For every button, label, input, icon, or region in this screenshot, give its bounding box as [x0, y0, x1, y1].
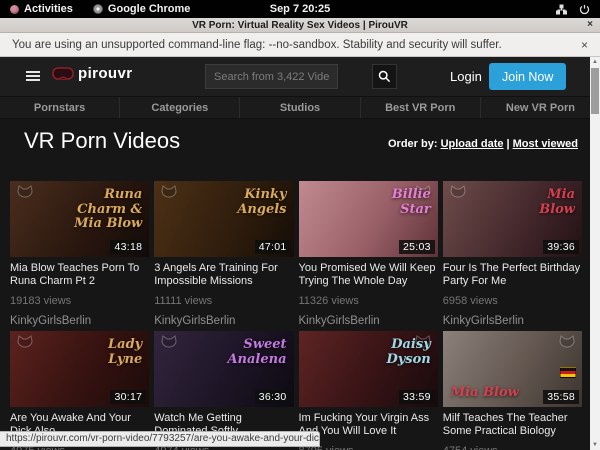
thumbnail-overlay-text: Runa Charm & Mia Blow	[74, 188, 142, 232]
pirouvr-watermark-icon	[15, 335, 35, 358]
video-views: 4754 views	[443, 445, 582, 450]
order-most-viewed-link[interactable]: Most viewed	[513, 138, 578, 150]
video-card[interactable]: Mia Blow 39:36 Four Is The Perfect Birth…	[443, 181, 582, 319]
video-thumbnail[interactable]: Runa Charm & Mia Blow 43:18	[10, 181, 149, 257]
video-thumbnail[interactable]: Mia Blow 35:58	[443, 331, 582, 407]
pirouvr-watermark-icon	[15, 185, 35, 208]
video-title[interactable]: Milf Teaches The Teacher Some Practical …	[443, 412, 582, 438]
order-by: Order by: Upload date|Most viewed	[388, 138, 578, 150]
network-icon[interactable]	[556, 4, 567, 15]
chrome-app-menu[interactable]: Google Chrome	[93, 3, 191, 15]
video-card[interactable]: Runa Charm & Mia Blow 43:18 Mia Blow Tea…	[10, 181, 149, 319]
thumbnail-overlay-text: Mia Blow	[539, 188, 575, 217]
video-thumbnail[interactable]: Sweet Analena 36:30	[154, 331, 293, 407]
pirouvr-watermark-icon	[448, 185, 468, 208]
hamburger-menu-icon[interactable]	[26, 71, 40, 81]
order-upload-date-link[interactable]: Upload date	[441, 138, 504, 150]
duration-badge: 33:59	[399, 390, 435, 404]
video-thumbnail[interactable]: Lady Lyne 30:17	[10, 331, 149, 407]
search-icon	[378, 70, 391, 83]
thumbnail-overlay-text: Sweet Analena	[227, 338, 286, 367]
order-by-label: Order by:	[388, 138, 438, 150]
page-viewport: pirouvr Login Join Now Pornstars Categor…	[0, 57, 600, 450]
video-card[interactable]: Mia Blow 35:58 Milf Teaches The Teacher …	[443, 331, 582, 450]
thumbnail-overlay-text: Lady Lyne	[108, 338, 142, 367]
thumbnail-overlay-text: Billie Star	[392, 188, 431, 217]
thumbnail-overlay-text: Daisy Dyson	[386, 338, 430, 367]
page-title: VR Porn Videos	[24, 128, 180, 154]
menu-item-best-vr-porn[interactable]: Best VR Porn	[361, 97, 481, 118]
window-close-button[interactable]: ×	[587, 19, 593, 30]
menu-item-studios[interactable]: Studios	[240, 97, 360, 118]
video-title[interactable]: Mia Blow Teaches Porn To Runa Charm Pt 2	[10, 262, 149, 288]
power-icon[interactable]	[579, 4, 590, 15]
video-thumbnail[interactable]: Mia Blow 39:36	[443, 181, 582, 257]
duration-badge: 39:36	[543, 240, 579, 254]
activities-dot-icon	[10, 5, 19, 14]
screen: Activities Google Chrome Sep 7 20:25 VR …	[0, 0, 600, 450]
clock[interactable]: Sep 7 20:25	[270, 3, 331, 15]
video-card[interactable]: Kinky Angels 47:01 3 Angels Are Training…	[154, 181, 293, 319]
menu-item-new-vr-porn[interactable]: New VR Porn	[481, 97, 600, 118]
duration-badge: 30:17	[110, 390, 146, 404]
video-title[interactable]: Four Is The Perfect Birthday Party For M…	[443, 262, 582, 288]
order-separator: |	[507, 138, 510, 150]
pirouvr-watermark-icon	[159, 185, 179, 208]
video-views: 19183 views	[10, 295, 149, 307]
vr-headset-icon	[52, 67, 74, 80]
login-link[interactable]: Login	[450, 69, 482, 84]
thumbnail-overlay-text: Mia Blow	[451, 386, 519, 401]
video-studio-link[interactable]: KinkyGirlsBerlin	[154, 315, 293, 327]
link-status-bar: https://pirouvr.com/vr-porn-video/779325…	[0, 431, 320, 447]
german-flag-icon	[560, 367, 576, 378]
activities-label: Activities	[24, 3, 73, 15]
logo-text: pirouvr	[78, 65, 132, 82]
video-title[interactable]: 3 Angels Are Training For Impossible Mis…	[154, 262, 293, 288]
chrome-warning-bar: You are using an unsupported command-lin…	[0, 33, 600, 57]
search-button[interactable]	[372, 64, 397, 89]
app-menu-label: Google Chrome	[108, 3, 191, 15]
video-title[interactable]: You Promised We Will Keep Trying The Who…	[299, 262, 438, 288]
duration-badge: 47:01	[255, 240, 291, 254]
duration-badge: 35:58	[543, 390, 579, 404]
gnome-top-bar: Activities Google Chrome Sep 7 20:25	[0, 0, 600, 18]
window-title: VR Porn: Virtual Reality Sex Videos | Pi…	[192, 20, 408, 31]
site-logo[interactable]: pirouvr	[52, 65, 132, 82]
duration-badge: 36:30	[255, 390, 291, 404]
window-titlebar: VR Porn: Virtual Reality Sex Videos | Pi…	[0, 18, 600, 33]
search-input[interactable]	[205, 64, 338, 89]
video-views: 11111 views	[154, 295, 293, 307]
video-card[interactable]: Billie Star 25:03 You Promised We Will K…	[299, 181, 438, 319]
join-now-button[interactable]: Join Now	[489, 63, 566, 90]
video-thumbnail[interactable]: Billie Star 25:03	[299, 181, 438, 257]
video-studio-link[interactable]: KinkyGirlsBerlin	[10, 315, 149, 327]
menu-item-categories[interactable]: Categories	[120, 97, 240, 118]
thumbnail-overlay-text: Kinky Angels	[237, 188, 286, 217]
duration-badge: 43:18	[110, 240, 146, 254]
scrollbar-up-icon[interactable]: ▲	[590, 57, 600, 67]
chrome-icon	[93, 4, 103, 14]
scrollbar[interactable]: ▲ ▼	[590, 57, 600, 450]
video-views: 6958 views	[443, 295, 582, 307]
video-thumbnail[interactable]: Kinky Angels 47:01	[154, 181, 293, 257]
site-navbar: pirouvr Login Join Now	[0, 57, 600, 96]
site-menu: Pornstars Categories Studios Best VR Por…	[0, 96, 600, 119]
warning-text: You are using an unsupported command-lin…	[12, 39, 502, 51]
pirouvr-watermark-icon	[557, 335, 577, 358]
pirouvr-watermark-icon	[159, 335, 179, 358]
video-studio-link[interactable]: KinkyGirlsBerlin	[299, 315, 438, 327]
video-studio-link[interactable]: KinkyGirlsBerlin	[443, 315, 582, 327]
video-views: 11326 views	[299, 295, 438, 307]
warning-close-icon[interactable]: ×	[581, 38, 588, 52]
activities-button[interactable]: Activities	[10, 3, 73, 15]
scrollbar-thumb[interactable]	[591, 68, 599, 114]
video-grid: Runa Charm & Mia Blow 43:18 Mia Blow Tea…	[10, 181, 582, 450]
video-thumbnail[interactable]: Daisy Dyson 33:59	[299, 331, 438, 407]
scrollbar-down-icon[interactable]: ▼	[590, 440, 600, 450]
menu-item-pornstars[interactable]: Pornstars	[0, 97, 120, 118]
duration-badge: 25:03	[399, 240, 435, 254]
